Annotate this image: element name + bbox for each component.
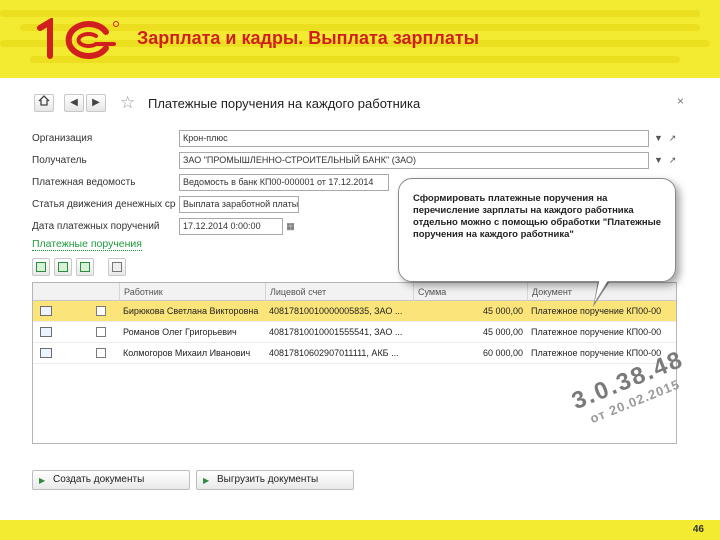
select-all-button[interactable]: [54, 258, 72, 276]
uncheck-all-button[interactable]: [76, 258, 94, 276]
settings-button[interactable]: [108, 258, 126, 276]
page-number: 46: [692, 524, 704, 535]
document-icon: [40, 348, 52, 358]
employee-cell: Романов Олег Григорьевич: [123, 327, 237, 337]
recipient-label: Получатель: [32, 155, 87, 166]
play-icon: ▶: [39, 476, 46, 485]
col-header-amount[interactable]: Сумма: [413, 283, 527, 301]
1c-logo: [37, 18, 119, 59]
statement-label: Платежная ведомость: [32, 177, 136, 188]
forward-button[interactable]: ▶: [86, 94, 106, 112]
payment-date-field[interactable]: 17.12.2014 0:00:00: [179, 218, 283, 235]
calendar-icon[interactable]: ▦: [284, 218, 297, 235]
row-checkbox[interactable]: [96, 306, 106, 316]
row-checkbox[interactable]: [96, 348, 106, 358]
account-cell: 40817810602907011111, АКБ ...: [269, 348, 399, 358]
header-texture: [0, 10, 700, 17]
table-row[interactable]: Колмогоров Михаил Иванович 4081781060290…: [33, 343, 676, 364]
amount-cell: 45 000,00: [482, 306, 523, 316]
callout-note: Сформировать платежные поручения на пере…: [398, 178, 676, 282]
fill-icon: [36, 262, 46, 272]
col-header-account[interactable]: Лицевой счет: [265, 283, 413, 301]
play-icon: ▶: [203, 476, 210, 485]
open-link-icon[interactable]: ↗: [666, 152, 679, 169]
employee-cell: Бирюкова Светлана Викторовна: [123, 306, 259, 316]
callout-text: Сформировать платежные поручения на пере…: [413, 193, 662, 240]
home-button[interactable]: [34, 94, 54, 112]
dropdown-icon[interactable]: ▼: [652, 130, 665, 147]
slide-title: Зарплата и кадры. Выплата зарплаты: [137, 28, 480, 48]
fill-button[interactable]: [32, 258, 50, 276]
account-cell: 40817810010001555541, ЗАО ...: [269, 327, 403, 337]
document-icon: [40, 306, 52, 316]
dropdown-icon[interactable]: ▼: [652, 152, 665, 169]
table-row[interactable]: Бирюкова Светлана Викторовна 40817810010…: [33, 301, 676, 322]
back-button[interactable]: ◀: [64, 94, 84, 112]
employee-cell: Колмогоров Михаил Иванович: [123, 348, 251, 358]
col-header-select[interactable]: [33, 283, 119, 301]
open-link-icon[interactable]: ↗: [666, 130, 679, 147]
document-icon: [40, 327, 52, 337]
forward-arrow-icon: ▶: [92, 97, 100, 108]
back-arrow-icon: ◀: [70, 97, 78, 108]
amount-cell: 45 000,00: [482, 327, 523, 337]
window-title: Платежные поручения на каждого работника: [148, 96, 421, 111]
check-all-icon: [58, 262, 68, 272]
row-checkbox[interactable]: [96, 327, 106, 337]
statement-field[interactable]: Ведомость в банк КП00-000001 от 17.12.20…: [179, 174, 389, 191]
amount-cell: 60 000,00: [482, 348, 523, 358]
slide-footer: 46: [0, 520, 720, 540]
table-row[interactable]: Романов Олег Григорьевич 408178100100015…: [33, 322, 676, 343]
cashflow-item-field[interactable]: Выплата заработной платы работникам: [179, 196, 299, 213]
slide-header: Зарплата и кадры. Выплата зарплаты: [0, 0, 720, 78]
create-documents-button[interactable]: ▶ Создать документы: [32, 470, 190, 490]
home-icon: [38, 95, 50, 106]
gear-icon: [112, 262, 122, 272]
table-header: Работник Лицевой счет Сумма Документ: [33, 283, 676, 301]
payment-orders-section-link[interactable]: Платежные поручения: [32, 238, 142, 251]
document-cell: Платежное поручение КП00-00: [531, 327, 662, 337]
upload-documents-button[interactable]: ▶ Выгрузить документы: [196, 470, 354, 490]
recipient-field[interactable]: ЗАО "ПРОМЫШЛЕННО-СТРОИТЕЛЬНЫЙ БАНК" (ЗАО…: [179, 152, 649, 169]
favorite-star-icon[interactable]: ☆: [120, 93, 135, 113]
org-label: Организация: [32, 133, 93, 144]
header-texture: [30, 56, 680, 63]
org-field[interactable]: Крон-плюс: [179, 130, 649, 147]
account-cell: 40817810010000005835, ЗАО ...: [269, 306, 403, 316]
upload-documents-label: Выгрузить документы: [217, 474, 319, 485]
cashflow-item-label: Статья движения денежных средств: [32, 199, 176, 210]
create-documents-label: Создать документы: [53, 474, 145, 485]
col-header-employee[interactable]: Работник: [119, 283, 265, 301]
uncheck-all-icon: [80, 262, 90, 272]
payment-date-label: Дата платежных поручений: [32, 221, 160, 232]
close-icon[interactable]: ×: [677, 94, 684, 108]
